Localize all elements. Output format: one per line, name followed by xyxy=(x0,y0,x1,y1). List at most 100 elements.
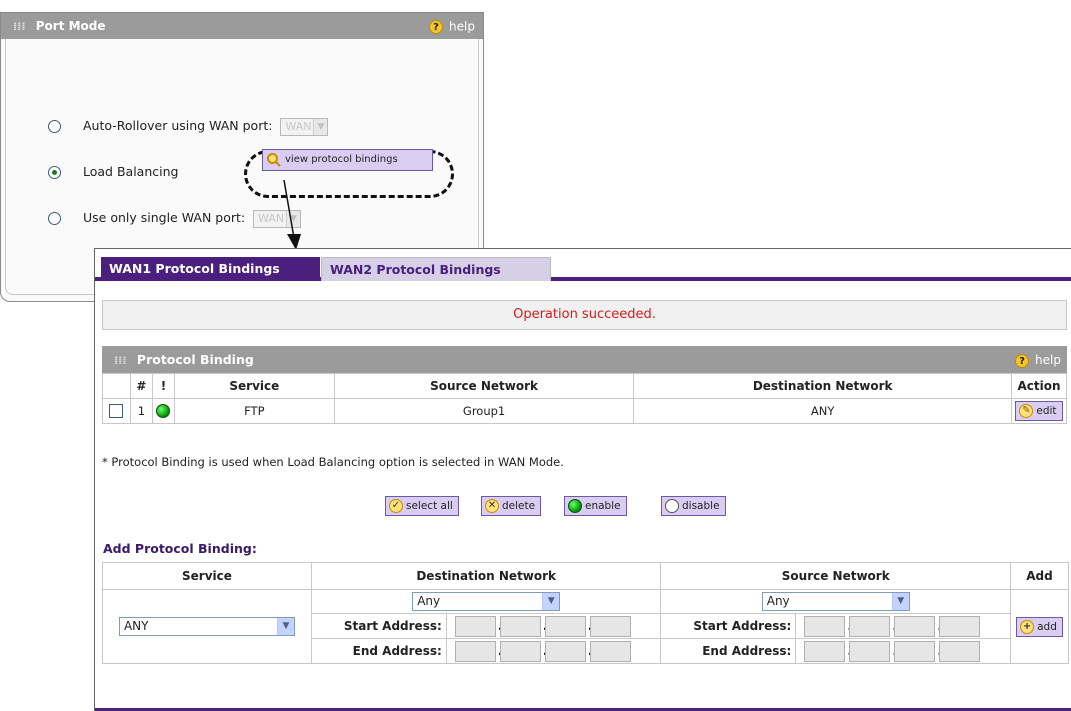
load-balancing-radio[interactable] xyxy=(48,166,61,179)
add-col-destination: Destination Network xyxy=(310,562,662,590)
delete-label: delete xyxy=(502,500,536,512)
add-binding-title: Add Protocol Binding: xyxy=(103,541,257,556)
col-action: Action xyxy=(1010,373,1068,399)
row-number: 1 xyxy=(129,398,153,424)
disable-label: disable xyxy=(682,500,720,512)
help-label: help xyxy=(1035,353,1061,367)
source-end-label: End Address: xyxy=(660,638,797,664)
view-protocol-bindings-button[interactable]: view protocol bindings xyxy=(262,149,433,171)
ip-octet-input[interactable] xyxy=(454,615,496,637)
ip-octet-input[interactable] xyxy=(499,615,541,637)
select-all-label: select all xyxy=(406,500,453,512)
option-single-wan: Use only single WAN port: WAN1 ▼ xyxy=(48,207,302,229)
dest-start-ip: ... xyxy=(445,613,662,639)
binding-note: * Protocol Binding is used when Load Bal… xyxy=(102,455,564,469)
ip-octet-input[interactable] xyxy=(939,640,981,662)
protocol-bindings-panel: WAN1 Protocol Bindings WAN2 Protocol Bin… xyxy=(94,248,1071,711)
ip-octet-input[interactable] xyxy=(589,615,631,637)
status-message: Operation succeeded. xyxy=(102,300,1067,330)
add-binding-table: Service Destination Network Source Netwo… xyxy=(102,562,1069,664)
table-header-row: # ! Service Source Network Destination N… xyxy=(102,373,1068,399)
add-col-source: Source Network xyxy=(660,562,1012,590)
ip-octet-input[interactable] xyxy=(454,640,496,662)
source-network-select[interactable]: Any ▼ xyxy=(761,592,910,611)
source-select-cell: Any ▼ xyxy=(660,589,1012,614)
ip-octet-input[interactable] xyxy=(544,640,586,662)
ip-octet-input[interactable] xyxy=(544,615,586,637)
chevron-down-icon: ▼ xyxy=(542,593,560,610)
port-mode-help-link[interactable]: ? help xyxy=(429,13,475,39)
single-wan-radio[interactable] xyxy=(48,212,61,225)
protocol-binding-header: ⁞⁞⁞ Protocol Binding ? help xyxy=(102,346,1067,373)
protocol-binding-title: Protocol Binding xyxy=(136,352,254,367)
add-header-row: Service Destination Network Source Netwo… xyxy=(102,562,1069,590)
col-service: Service xyxy=(173,373,335,399)
port-mode-header: ⁞⁞⁞ Port Mode ? help xyxy=(1,13,483,39)
ip-octet-input[interactable] xyxy=(849,615,891,637)
dest-select-cell: Any ▼ xyxy=(310,589,662,614)
col-destination-network: Destination Network xyxy=(633,373,1012,399)
ip-octet-input[interactable] xyxy=(939,615,981,637)
ip-octet-input[interactable] xyxy=(804,615,846,637)
disable-button[interactable]: disable xyxy=(661,496,726,518)
edit-button[interactable]: ✎ edit xyxy=(1015,401,1063,421)
row-source: Group1 xyxy=(333,398,635,424)
chevron-down-icon: ▼ xyxy=(276,618,294,635)
check-icon: ✓ xyxy=(389,499,403,513)
dest-end-ip: ... xyxy=(445,638,662,664)
ip-octet-input[interactable] xyxy=(894,640,936,662)
delete-icon: ✕ xyxy=(485,499,499,513)
col-source-network: Source Network xyxy=(333,373,635,399)
row-select-cell xyxy=(102,398,131,424)
protocol-binding-help-link[interactable]: ? help xyxy=(1015,346,1061,373)
option-load-balancing: Load Balancing xyxy=(48,161,178,183)
service-select[interactable]: ANY ▼ xyxy=(118,617,295,636)
auto-rollover-radio[interactable] xyxy=(48,120,61,133)
col-status: ! xyxy=(151,373,175,399)
tab-wan2-bindings[interactable]: WAN2 Protocol Bindings xyxy=(321,257,551,281)
table-row: 1 FTP Group1 ANY ✎ edit xyxy=(102,398,1068,424)
ip-octet-input[interactable] xyxy=(849,640,891,662)
row-service: FTP xyxy=(173,398,335,424)
single-wan-label: Use only single WAN port: xyxy=(83,210,246,225)
help-icon: ? xyxy=(429,19,444,34)
auto-rollover-wan-select: WAN1 ▼ xyxy=(280,117,329,136)
ip-octet-input[interactable] xyxy=(894,615,936,637)
select-all-button[interactable]: ✓ select all xyxy=(385,496,459,518)
add-select-row: ANY ▼ Any ▼ Any ▼ + add xyxy=(102,589,1069,664)
magnifier-icon xyxy=(267,153,278,164)
source-start-label: Start Address: xyxy=(660,613,797,639)
grip-icon: ⁞⁞⁞ xyxy=(13,20,26,33)
ip-octet-input[interactable] xyxy=(589,640,631,662)
auto-rollover-label: Auto-Rollover using WAN port: xyxy=(83,118,273,133)
add-button[interactable]: + add xyxy=(1016,616,1063,637)
source-start-ip: ... xyxy=(795,613,1012,639)
tab-bar: WAN1 Protocol Bindings WAN2 Protocol Bin… xyxy=(95,249,1071,281)
row-checkbox[interactable] xyxy=(109,404,124,419)
option-auto-rollover: Auto-Rollover using WAN port: WAN1 ▼ xyxy=(48,115,329,137)
col-number: # xyxy=(129,373,153,399)
ip-octet-input[interactable] xyxy=(804,640,846,662)
ip-octet-input[interactable] xyxy=(499,640,541,662)
dest-start-label: Start Address: xyxy=(310,613,447,639)
add-col-add: Add xyxy=(1010,562,1069,590)
grip-icon: ⁞⁞⁞ xyxy=(114,354,127,367)
chevron-down-icon: ▼ xyxy=(891,593,909,610)
help-label: help xyxy=(449,19,475,34)
enable-label: enable xyxy=(585,500,621,512)
source-end-ip: ... xyxy=(795,638,1012,664)
help-icon: ? xyxy=(1015,353,1030,368)
port-mode-title: Port Mode xyxy=(35,19,106,33)
plus-icon: + xyxy=(1020,619,1035,634)
enable-button[interactable]: enable xyxy=(564,496,627,518)
add-col-service: Service xyxy=(102,562,312,590)
delete-button[interactable]: ✕ delete xyxy=(481,496,542,518)
row-status-cell xyxy=(151,398,175,424)
col-select xyxy=(102,373,131,399)
dest-end-label: End Address: xyxy=(310,638,447,664)
load-balancing-label: Load Balancing xyxy=(83,164,179,179)
tab-wan1-bindings[interactable]: WAN1 Protocol Bindings xyxy=(101,257,320,281)
row-action-cell: ✎ edit xyxy=(1010,398,1068,424)
destination-network-select[interactable]: Any ▼ xyxy=(412,592,561,611)
callout-arrow xyxy=(283,180,301,250)
